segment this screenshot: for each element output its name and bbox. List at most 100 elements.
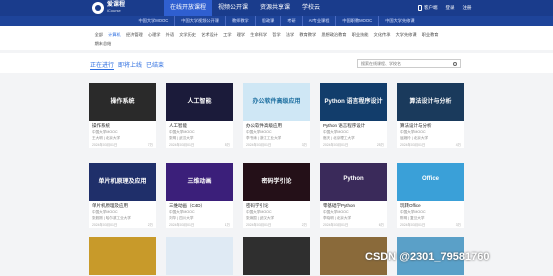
course-thumbnail[interactable]: Python	[320, 163, 387, 201]
course-date: 2024年03月01日	[92, 143, 118, 147]
subnav-item[interactable]: 中国职教MOOC	[336, 16, 380, 26]
nav-school-cloud[interactable]: 学校云	[296, 0, 326, 16]
category-item[interactable]: 生命科学	[248, 32, 270, 38]
enroll-count: 3万	[455, 223, 461, 227]
category-item[interactable]: 经济管理	[123, 32, 145, 38]
course-date: 2024年03月01日	[323, 223, 349, 227]
thumbnail-title: 单片机原理及应用	[98, 179, 147, 185]
logo-icon	[92, 2, 104, 14]
course-thumbnail[interactable]: 算法设计与分析	[397, 83, 464, 121]
course-card[interactable]: 密码学引论 密码学引论 中国大学MOOC 张焕国 | 武汉大学 2024年03月…	[243, 163, 310, 228]
course-title[interactable]: 单片机原理及应用	[89, 201, 156, 209]
course-title[interactable]: 零基础学Python	[320, 201, 387, 209]
category-item[interactable]: 艺术设计	[199, 32, 221, 38]
subnav-item[interactable]: 考研	[281, 16, 303, 26]
category-item[interactable]: 心理学	[145, 32, 163, 38]
enroll-count: 2万	[147, 223, 153, 227]
enroll-count: 2万	[301, 223, 307, 227]
course-date: 2024年03月01日	[323, 143, 349, 147]
course-card[interactable]: 单片机原理及应用 单片机原理及应用 中国大学MOOC 张毅刚 | 哈尔滨工业大学…	[89, 163, 156, 228]
course-title[interactable]: 操作系统	[89, 121, 156, 129]
category-item[interactable]: 教育教学	[297, 32, 319, 38]
category-item[interactable]: 职业教育	[419, 32, 441, 38]
subnav-item[interactable]: 教师教学	[226, 16, 256, 26]
category-row: 全部 计算机 经济管理 心理学 外语 文学历史 艺术设计 工学 理学 生命科学 哲学 法学 教育教学 思想…	[92, 32, 441, 38]
course-card[interactable]: Office 玩转Office 中国大学MOOC 陈明 | 复旦大学 2024年…	[397, 163, 464, 228]
course-title[interactable]: 玩转Office	[397, 201, 464, 209]
category-item[interactable]: 文学历史	[177, 32, 199, 38]
course-thumbnail[interactable]: 办公软件高级应用	[243, 83, 310, 121]
tab-ongoing[interactable]: 正在进行	[90, 60, 115, 70]
nav-shared-courses[interactable]: 资源共享课	[254, 0, 296, 16]
course-card[interactable]: Python 零基础学Python 中国大学MOOC 李晓明 | 北京大学 20…	[320, 163, 387, 228]
thumbnail-title: 密码学引论	[261, 179, 292, 185]
app-download-link[interactable]: 客户端	[418, 0, 438, 16]
category-item-2[interactable]: 期末总结	[92, 41, 114, 47]
course-card[interactable]	[243, 237, 310, 275]
course-title[interactable]: 密码学引论	[243, 201, 310, 209]
course-thumbnail[interactable]	[166, 237, 233, 275]
course-date: 2024年03月01日	[169, 143, 195, 147]
course-thumbnail[interactable]: 操作系统	[89, 83, 156, 121]
category-item[interactable]: 职业技能	[349, 32, 371, 38]
course-thumbnail[interactable]: 密码学引论	[243, 163, 310, 201]
subnav-item[interactable]: 中国大学MOOC	[132, 16, 176, 26]
course-card[interactable]: 算法设计与分析 算法设计与分析 中国大学MOOC 屈婉玲 | 北京大学 2024…	[397, 83, 464, 148]
course-card[interactable]: 人工智能 人工智能 中国大学MOOC 张明 | 武汉大学 2024年03月01日…	[166, 83, 233, 148]
course-thumbnail[interactable]: 人工智能	[166, 83, 233, 121]
tab-ended[interactable]: 已结束	[146, 60, 164, 70]
category-item[interactable]: 外语	[163, 32, 177, 38]
category-item[interactable]: 文化传承	[371, 32, 393, 38]
nav-online-courses[interactable]: 在线开放课程	[164, 0, 213, 16]
enroll-count: 5万	[224, 143, 230, 147]
category-item[interactable]: 计算机	[106, 32, 124, 38]
search-input[interactable]	[358, 61, 448, 66]
top-bar: 爱课程 iCourse 在线开放课程 视频公开课 资源共享课 学校云 客户端 登…	[0, 0, 553, 16]
course-title[interactable]: 办公软件高级应用	[243, 121, 310, 129]
course-card[interactable]: Python 语言程序设计 Python 语言程序设计 中国大学MOOC 嵩天 …	[320, 83, 387, 148]
nav-video-courses[interactable]: 视频公开课	[212, 0, 254, 16]
enroll-count: 1万	[224, 223, 230, 227]
course-thumbnail[interactable]: 单片机原理及应用	[89, 163, 156, 201]
course-card[interactable]	[166, 237, 233, 275]
course-thumbnail[interactable]: Python 语言程序设计	[320, 83, 387, 121]
thumbnail-title: 算法设计与分析	[409, 99, 452, 105]
thumbnail-title: Office	[421, 176, 439, 182]
subnav-item[interactable]: 中国大学视频公开课	[175, 16, 226, 26]
course-thumbnail[interactable]	[89, 237, 156, 275]
category-item[interactable]: 工学	[221, 32, 235, 38]
course-title[interactable]: 人工智能	[166, 121, 233, 129]
course-thumbnail[interactable]: 三维动画	[166, 163, 233, 201]
category-item[interactable]: 理学	[234, 32, 248, 38]
subnav-item[interactable]: AI专业课程	[303, 16, 337, 26]
category-item[interactable]: 思想政治教育	[319, 32, 349, 38]
subnav-item[interactable]: 思政课	[256, 16, 282, 26]
category-item[interactable]: 哲学	[270, 32, 284, 38]
course-title[interactable]: 三维动画（C4D）	[166, 201, 233, 209]
tab-upcoming[interactable]: 即将上线	[118, 60, 142, 70]
main-nav: 在线开放课程 视频公开课 资源共享课 学校云	[164, 0, 326, 16]
course-card[interactable]: 操作系统 操作系统 中国大学MOOC 王大明 | 北京大学 2024年03月01…	[89, 83, 156, 148]
course-thumbnail[interactable]: Office	[397, 163, 464, 201]
category-item[interactable]: 法学	[283, 32, 297, 38]
category-item[interactable]: 全部	[92, 32, 106, 38]
site-logo[interactable]: 爱课程 iCourse	[92, 2, 125, 14]
course-card[interactable]	[89, 237, 156, 275]
category-item[interactable]: 大学先修课	[393, 32, 419, 38]
course-title[interactable]: Python 语言程序设计	[320, 121, 387, 129]
thumbnail-title: Python	[343, 176, 364, 182]
course-date: 2024年03月01日	[246, 143, 272, 147]
course-card[interactable]: 三维动画 三维动画（C4D） 中国大学MOOC 刘华 | 四川大学 2024年0…	[166, 163, 233, 228]
register-link[interactable]: 注册	[463, 0, 472, 16]
subnav-item[interactable]: 中国大学先修课	[379, 16, 420, 26]
course-card[interactable]: 办公软件高级应用 办公软件高级应用 中国大学MOOC 李书涛 | 浙江工业大学 …	[243, 83, 310, 148]
thumbnail-title: Python 语言程序设计	[324, 99, 383, 105]
search-icon[interactable]	[453, 61, 457, 66]
course-date: 2024年03月01日	[246, 223, 272, 227]
course-thumbnail[interactable]	[243, 237, 310, 275]
course-title[interactable]: 算法设计与分析	[397, 121, 464, 129]
course-search	[357, 59, 461, 68]
thumbnail-title: 三维动画	[187, 179, 212, 185]
login-link[interactable]: 登录	[446, 0, 455, 16]
category-row-secondary: 期末总结	[92, 41, 114, 47]
